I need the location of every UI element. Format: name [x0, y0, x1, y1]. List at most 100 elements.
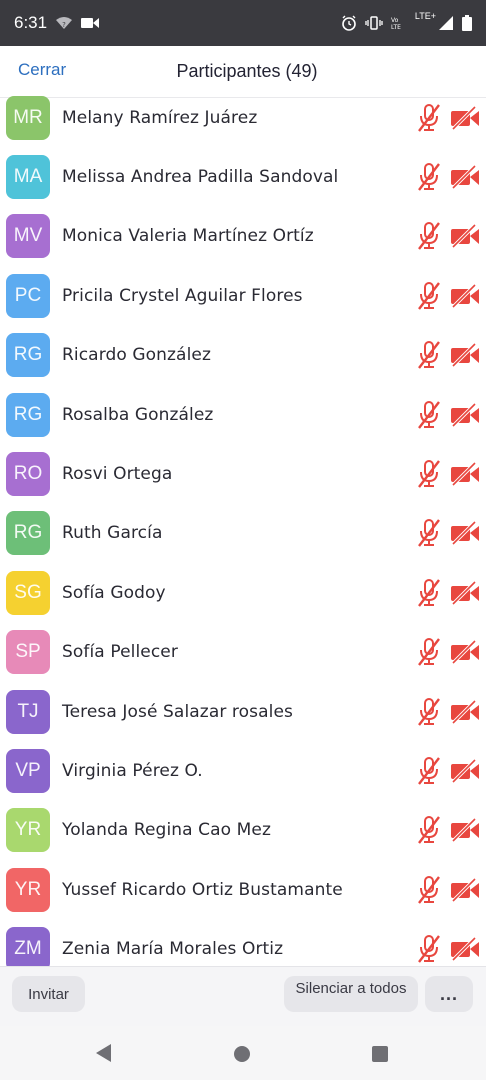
- page-title: Participantes (49): [176, 61, 318, 81]
- video-off-icon[interactable]: [450, 817, 480, 843]
- video-off-icon[interactable]: [450, 283, 480, 309]
- status-bar: 6:31 ? Vo LTE LTE+: [0, 0, 486, 46]
- muted-mic-icon[interactable]: [416, 400, 442, 430]
- muted-mic-icon[interactable]: [416, 578, 442, 608]
- video-off-icon[interactable]: [450, 580, 480, 606]
- participant-name: Virginia Pérez O.: [62, 760, 203, 781]
- muted-mic-icon[interactable]: [416, 162, 442, 192]
- avatar: RG: [6, 511, 50, 556]
- avatar: RG: [6, 333, 50, 378]
- avatar: SP: [6, 630, 50, 675]
- participant-name: Monica Valeria Martínez Ortíz: [62, 226, 314, 247]
- avatar: RO: [6, 451, 50, 496]
- participant-row[interactable]: SG Sofía Godoy: [0, 563, 486, 622]
- muted-mic-icon[interactable]: [416, 756, 442, 786]
- participant-row[interactable]: YR Yussef Ricardo Ortiz Bustamante: [0, 860, 486, 919]
- participant-list[interactable]: MR Melany Ramírez Juárez MA Melissa Andrea …: [0, 96, 486, 966]
- video-camera-icon: [81, 18, 100, 28]
- alarm-icon: [342, 15, 356, 31]
- svg-text:?: ?: [62, 21, 66, 29]
- video-off-icon[interactable]: [450, 105, 480, 131]
- status-right: Vo LTE LTE+: [341, 11, 472, 31]
- participant-name: Ricardo González: [62, 345, 211, 366]
- video-off-icon[interactable]: [450, 936, 480, 962]
- status-time: 6:31: [14, 13, 48, 32]
- signal-icon: [439, 16, 453, 30]
- video-off-icon[interactable]: [450, 342, 480, 368]
- footer-toolbar: Invitar Silenciar a todos ...: [0, 966, 486, 1026]
- avatar: RG: [6, 392, 50, 437]
- muted-mic-icon[interactable]: [416, 221, 442, 251]
- participant-row[interactable]: RG Rosalba González: [0, 385, 486, 444]
- participant-name: Pricila Crystel Aguilar Flores: [62, 285, 303, 306]
- participant-name: Sofía Pellecer: [62, 642, 178, 663]
- avatar: TJ: [6, 689, 50, 734]
- back-icon[interactable]: [96, 1044, 112, 1062]
- recent-apps-icon[interactable]: [372, 1046, 388, 1062]
- participant-name: Ruth García: [62, 523, 163, 544]
- participant-name: Rosalba González: [62, 404, 214, 425]
- network-type-label: LTE+: [414, 11, 436, 21]
- svg-text:LTE: LTE: [391, 24, 401, 30]
- participant-name: Sofía Godoy: [62, 582, 166, 603]
- invite-button[interactable]: Invitar: [12, 976, 85, 1012]
- system-nav-bar: [0, 1026, 486, 1080]
- battery-icon: [462, 15, 472, 31]
- avatar: ZM: [6, 927, 50, 966]
- muted-mic-icon[interactable]: [416, 697, 442, 727]
- video-off-icon[interactable]: [450, 461, 480, 487]
- participant-name: Melissa Andrea Padilla Sandoval: [62, 166, 339, 187]
- participant-row[interactable]: PC Pricila Crystel Aguilar Flores: [0, 266, 486, 325]
- muted-mic-icon[interactable]: [416, 637, 442, 667]
- video-off-icon[interactable]: [450, 639, 480, 665]
- participant-row[interactable]: SP Sofía Pellecer: [0, 623, 486, 682]
- participant-row[interactable]: MA Melissa Andrea Padilla Sandoval: [0, 147, 486, 206]
- participant-row[interactable]: RG Ruth García: [0, 504, 486, 563]
- video-off-icon[interactable]: [450, 877, 480, 903]
- participant-row[interactable]: YR Yolanda Regina Cao Mez: [0, 801, 486, 860]
- muted-mic-icon[interactable]: [416, 815, 442, 845]
- participant-row[interactable]: MV Monica Valeria Martínez Ortíz: [0, 207, 486, 266]
- avatar: SG: [6, 570, 50, 615]
- muted-mic-icon[interactable]: [416, 934, 442, 964]
- video-off-icon[interactable]: [450, 699, 480, 725]
- svg-text:Vo: Vo: [391, 17, 399, 24]
- muted-mic-icon[interactable]: [416, 875, 442, 905]
- participant-row[interactable]: RG Ricardo González: [0, 326, 486, 385]
- avatar: VP: [6, 748, 50, 793]
- participant-name: Yussef Ricardo Ortiz Bustamante: [62, 879, 343, 900]
- participant-row[interactable]: VP Virginia Pérez O.: [0, 741, 486, 800]
- video-off-icon[interactable]: [450, 402, 480, 428]
- muted-mic-icon[interactable]: [416, 340, 442, 370]
- avatar: PC: [6, 273, 50, 318]
- participant-name: Teresa José Salazar rosales: [62, 701, 293, 722]
- more-options-button[interactable]: ...: [425, 976, 473, 1012]
- vibrate-icon: [365, 16, 383, 30]
- participant-name: Yolanda Regina Cao Mez: [62, 820, 272, 841]
- close-button[interactable]: Cerrar: [18, 60, 66, 80]
- video-off-icon[interactable]: [450, 758, 480, 784]
- mute-all-button[interactable]: Silenciar a todos: [284, 976, 418, 1012]
- avatar: MV: [6, 214, 50, 259]
- avatar: YR: [6, 867, 50, 912]
- participant-name: Melany Ramírez Juárez: [62, 107, 258, 128]
- video-off-icon[interactable]: [450, 164, 480, 190]
- participant-row[interactable]: TJ Teresa José Salazar rosales: [0, 682, 486, 741]
- muted-mic-icon[interactable]: [416, 103, 442, 133]
- avatar: MR: [6, 96, 50, 140]
- participant-row[interactable]: RO Rosvi Ortega: [0, 444, 486, 503]
- status-left: 6:31 ?: [14, 13, 100, 33]
- video-off-icon[interactable]: [450, 223, 480, 249]
- muted-mic-icon[interactable]: [416, 281, 442, 311]
- volte-icon: VoLTE: [391, 17, 401, 30]
- avatar: MA: [6, 154, 50, 199]
- muted-mic-icon[interactable]: [416, 459, 442, 489]
- home-icon[interactable]: [234, 1046, 250, 1062]
- participant-row[interactable]: MR Melany Ramírez Juárez: [0, 96, 486, 147]
- wifi-icon: ?: [56, 17, 73, 29]
- video-off-icon[interactable]: [450, 520, 480, 546]
- participant-row[interactable]: ZM Zenia María Morales Ortiz: [0, 920, 486, 966]
- participants-header: Cerrar Participantes (49): [0, 46, 486, 98]
- participant-name: Rosvi Ortega: [62, 463, 173, 484]
- muted-mic-icon[interactable]: [416, 518, 442, 548]
